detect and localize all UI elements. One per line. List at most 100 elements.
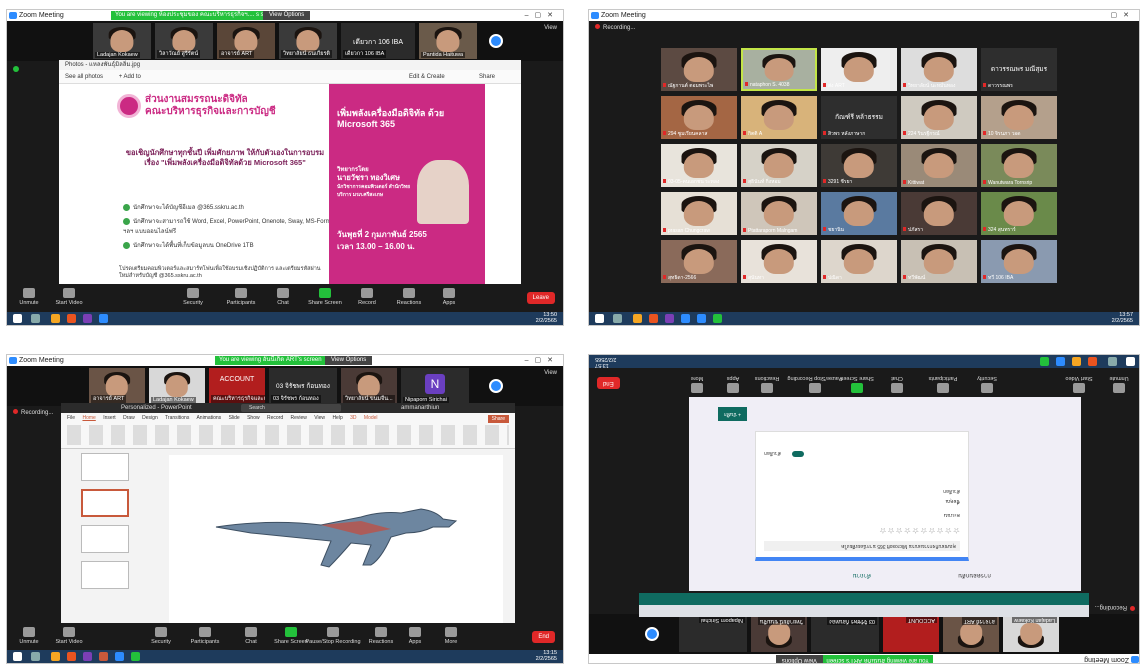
gallery-tile[interactable]: วิทยาลัยน์ นะหมั่นทอง: [901, 48, 977, 91]
zoom-taskbar-icon[interactable]: [99, 314, 108, 323]
participant-tile[interactable]: Ladajan Kokaew: [1003, 616, 1059, 652]
dinosaur-3d-model[interactable]: [211, 499, 461, 569]
participant-tile[interactable]: เดียวกา 106 IBA เดียวกา 106 IBA: [341, 23, 415, 59]
gallery-tile[interactable]: สุทธิดา-2566: [661, 240, 737, 283]
tab-record[interactable]: Record: [267, 415, 283, 421]
gallery-tile[interactable]: ปภัสรา: [901, 192, 977, 235]
participant-tile[interactable]: Ladajan Kokaew: [149, 368, 205, 404]
add-new-button[interactable]: + บันทึก: [717, 407, 747, 421]
search-input[interactable]: Search: [241, 404, 341, 412]
view-label[interactable]: View: [544, 25, 557, 31]
firefox-icon[interactable]: [67, 652, 76, 661]
tab-insert[interactable]: Insert: [103, 415, 116, 421]
zoom-taskbar-icon[interactable]: [681, 314, 690, 323]
gallery-tile[interactable]: Ptattaraporn Malngam: [741, 192, 817, 235]
gallery-tile[interactable]: ชยานิน: [821, 192, 897, 235]
gallery-tile[interactable]: 10 จิรนภา วอด: [981, 96, 1057, 139]
gallery-tile[interactable]: 3291 ชีรยา: [821, 144, 897, 187]
zoom-taskbar-icon[interactable]: [115, 652, 124, 661]
apps-button[interactable]: Apps: [427, 288, 471, 306]
participant-tile[interactable]: อาจารย์ ART: [89, 368, 145, 404]
view-options-button[interactable]: View Options: [263, 11, 311, 20]
zoom-taskbar-icon[interactable]: [1056, 357, 1065, 366]
file-explorer-icon[interactable]: [1072, 357, 1081, 366]
share-screen-button[interactable]: Share Screen: [303, 288, 347, 306]
view-options-button[interactable]: View Options: [325, 356, 373, 365]
gallery-tile[interactable]: nataphon S. 4038: [741, 48, 817, 91]
next-page-arrow-icon[interactable]: [489, 379, 503, 393]
slide-thumbnail-selected[interactable]: [81, 489, 129, 517]
record-button[interactable]: Record: [345, 288, 389, 306]
powerpoint-icon[interactable]: [99, 652, 108, 661]
participant-tile[interactable]: 03 จิรัชพร ก้อนทอง 03 จิรัชพร ก้อนทอง: [269, 368, 337, 404]
unmute-button[interactable]: Unmute: [1097, 375, 1139, 393]
participants-button[interactable]: Participants: [921, 375, 965, 393]
gallery-tile[interactable]: กัณฑ์รี หล้าธรรม สิวพร หลังภาษาก: [821, 96, 897, 139]
pause-stop-recording-button[interactable]: Pause/Stop Recording: [787, 375, 843, 393]
gallery-tile[interactable]: prasan Chungcraw: [661, 192, 737, 235]
tab-file[interactable]: File: [67, 415, 75, 421]
participant-tile[interactable]: N Nipaporn Sirichai: [401, 368, 469, 404]
form-question-text[interactable]: คุณชอบกิจกรรมอบรม Microsoft 365 มากน้อยเ…: [764, 541, 960, 551]
next-page-arrow-icon[interactable]: [489, 34, 503, 48]
gallery-tile[interactable]: กิตติ A: [741, 96, 817, 139]
share-button[interactable]: Share: [479, 70, 495, 84]
share-button[interactable]: Share: [487, 415, 509, 423]
tab-home[interactable]: Home: [82, 415, 95, 421]
participants-button[interactable]: Participants: [219, 288, 263, 306]
participant-tile[interactable]: วิทยาลัยน์ ขนมจีน...: [341, 368, 397, 404]
gallery-tile[interactable]: ณัฐกานต์ ตอมพระไพ: [661, 48, 737, 91]
tab-design[interactable]: Design: [142, 415, 158, 421]
gallery-tile[interactable]: 324 สุนทราร์: [981, 192, 1057, 235]
windows-start-icon[interactable]: [13, 652, 22, 661]
tab-3d-model[interactable]: 3D Model: [350, 415, 377, 421]
start-video-button[interactable]: Start Video: [1057, 375, 1101, 393]
search-icon[interactable]: [31, 314, 40, 323]
ribbon-command-icons[interactable]: [67, 425, 509, 445]
end-button[interactable]: End: [532, 631, 555, 643]
windows-start-icon[interactable]: [1126, 357, 1135, 366]
view-options-button[interactable]: View Options: [775, 655, 823, 663]
gallery-tile[interactable]: 294 ซูมเรียนคลาส: [661, 96, 737, 139]
edit-create-button[interactable]: Edit & Create: [409, 70, 445, 84]
reactions-button[interactable]: Reactions: [387, 288, 431, 306]
start-video-button[interactable]: Start Video: [47, 288, 91, 306]
file-explorer-icon[interactable]: [51, 314, 60, 323]
rating-stars[interactable]: ☆☆☆☆☆☆☆☆☆☆: [878, 526, 960, 535]
file-explorer-icon[interactable]: [51, 652, 60, 661]
participant-tile[interactable]: Ladajan Kokaew: [93, 23, 151, 59]
participant-tile[interactable]: 03 จิรัชพร ก้อนทอง: [811, 616, 879, 652]
tab-slideshow[interactable]: Slide Show: [229, 415, 260, 421]
chat-button[interactable]: Chat: [875, 375, 919, 393]
participant-tile[interactable]: วิลาวัณย์ สูรีรัตน์: [155, 23, 213, 59]
firefox-icon[interactable]: [1088, 357, 1097, 366]
firefox-icon[interactable]: [67, 314, 76, 323]
slide-canvas[interactable]: [169, 455, 503, 629]
leave-button[interactable]: Leave: [526, 292, 555, 304]
gallery-tile[interactable]: 224 รินรฐีกรณ์: [901, 96, 977, 139]
unmute-button[interactable]: Unmute: [7, 627, 51, 645]
gallery-tile[interactable]: สุนันทา: [741, 240, 817, 283]
tab-animations[interactable]: Animations: [196, 415, 221, 421]
search-icon[interactable]: [1108, 357, 1117, 366]
tab-view[interactable]: View: [314, 415, 325, 421]
participants-button[interactable]: Participants: [183, 627, 227, 645]
slide-thumbnail[interactable]: [81, 453, 129, 481]
onenote-icon[interactable]: [83, 652, 92, 661]
gallery-tile[interactable]: 03-05-คนเอกชน ระทลง: [661, 144, 737, 187]
gallery-tile[interactable]: ส่ง ART: [821, 48, 897, 91]
gallery-tile[interactable]: Kittiwat: [901, 144, 977, 187]
tab-transitions[interactable]: Transitions: [165, 415, 189, 421]
tab-draw[interactable]: Draw: [123, 415, 135, 421]
gallery-tile[interactable]: Wanutwara Tornsrip: [981, 144, 1057, 187]
tab-help[interactable]: Help: [332, 415, 342, 421]
participant-tile[interactable]: Nipaporn Sirichai: [679, 616, 747, 652]
chat-button[interactable]: Chat: [229, 627, 273, 645]
firefox-icon[interactable]: [649, 314, 658, 323]
chat-button[interactable]: Chat: [261, 288, 305, 306]
gallery-tile[interactable]: ปณิดา: [821, 240, 897, 283]
security-button[interactable]: Security: [171, 288, 215, 306]
window-controls[interactable]: ▢✕: [1111, 10, 1135, 21]
slide-thumbnail[interactable]: [81, 561, 129, 589]
form-field[interactable]: ตัวเลือก: [943, 487, 960, 495]
